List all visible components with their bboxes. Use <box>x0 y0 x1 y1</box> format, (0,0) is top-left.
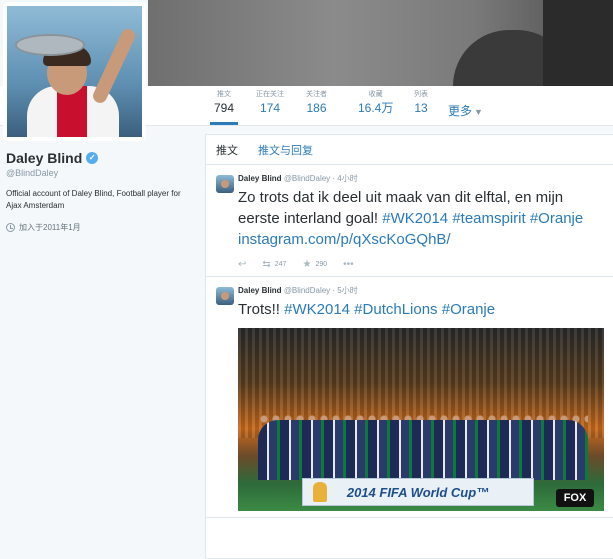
stat-value: 174 <box>259 101 281 115</box>
star-icon: ★ <box>302 258 312 270</box>
clock-icon <box>6 223 15 232</box>
tab-tweets[interactable]: 推文 <box>216 142 238 158</box>
stat-followers[interactable]: 关注者 186 <box>306 90 327 116</box>
tweet-item[interactable]: Daley Blind @BlindDaley · 5小时 Trots!! #W… <box>206 277 613 518</box>
tweet-author-name[interactable]: Daley Blind <box>238 286 282 295</box>
hashtag-link[interactable]: #teamspirit <box>452 210 525 227</box>
hashtag-link[interactable]: #Oranje <box>530 210 583 227</box>
profile-name[interactable]: Daley Blind <box>6 150 82 166</box>
tweet-text: Zo trots dat ik deel uit maak van dit el… <box>238 187 603 250</box>
stat-value: 794 <box>214 101 235 115</box>
tweet-text: Trots!! #WK2014 #DutchLions #Oranje <box>238 299 603 320</box>
stat-value: 13 <box>414 101 428 115</box>
tweet-item[interactable]: Daley Blind @BlindDaley · 4小时 Zo trots d… <box>206 165 613 277</box>
stat-following[interactable]: 正在关注 174 <box>256 90 284 116</box>
more-menu-button[interactable]: 更多 ▼ <box>448 102 483 119</box>
tweet-avatar[interactable] <box>216 175 234 193</box>
hashtag-link[interactable]: #DutchLions <box>354 301 437 318</box>
stat-favorites[interactable]: 收藏 16.4万 <box>358 90 393 116</box>
tweet-timestamp[interactable]: · 5小时 <box>332 286 357 295</box>
chevron-down-icon: ▼ <box>474 107 483 117</box>
profile-header-banner <box>148 0 613 86</box>
retweet-button[interactable]: ⇆ 247 <box>262 259 286 270</box>
profile-name-row: Daley Blind ✓ <box>6 150 196 166</box>
tweet-photo[interactable]: 2014 FIFA World Cup™ FOX <box>238 328 604 511</box>
stat-value: 16.4万 <box>358 101 394 115</box>
more-label: 更多 <box>448 104 473 118</box>
fox-logo: FOX <box>556 489 594 507</box>
tweet-author-handle[interactable]: @BlindDaley <box>284 174 330 183</box>
world-cup-banner: 2014 FIFA World Cup™ <box>302 478 534 506</box>
tweet-timestamp[interactable]: · 4小时 <box>332 174 357 183</box>
favorite-count: 290 <box>315 260 328 268</box>
tweet-header: Daley Blind @BlindDaley · 5小时 <box>238 285 603 297</box>
joined-date: 加入于2011年1月 <box>19 223 81 232</box>
ellipsis-icon: ••• <box>343 258 354 270</box>
verified-badge-icon: ✓ <box>86 152 99 164</box>
reply-button[interactable]: ↩ <box>238 259 246 270</box>
profile-handle[interactable]: @BlindDaley <box>6 168 196 178</box>
world-cup-banner-text: 2014 FIFA World Cup™ <box>346 484 490 500</box>
tweet-author-handle[interactable]: @BlindDaley <box>284 286 330 295</box>
hashtag-link[interactable]: #Oranje <box>442 301 495 318</box>
stat-label: 关注者 <box>306 91 327 98</box>
stat-value: 186 <box>306 101 327 115</box>
tweet-actions: ↩ ⇆ 247 ★ 290 ••• <box>238 258 603 270</box>
favorite-button[interactable]: ★ 290 <box>302 259 327 270</box>
stat-label: 列表 <box>414 91 428 98</box>
url-link[interactable]: instagram.com/p/qXscKoGQhB/ <box>238 231 451 248</box>
hashtag-link[interactable]: #WK2014 <box>382 210 448 227</box>
more-actions-button[interactable]: ••• <box>343 259 354 270</box>
tweet-avatar[interactable] <box>216 287 234 305</box>
reply-icon: ↩ <box>238 258 247 270</box>
retweet-count: 247 <box>274 260 287 268</box>
profile-card: Daley Blind ✓ @BlindDaley Official accou… <box>6 150 196 233</box>
tweet-header: Daley Blind @BlindDaley · 4小时 <box>238 173 603 185</box>
profile-bio: Official account of Daley Blind, Footbal… <box>6 189 181 210</box>
stat-label: 推文 <box>217 91 232 98</box>
avatar-shape <box>90 26 138 106</box>
retweet-icon: ⇆ <box>262 258 271 270</box>
hashtag-link[interactable]: #WK2014 <box>284 301 350 318</box>
timeline: 推文 推文与回复 Daley Blind @BlindDaley · 4小时 Z… <box>205 134 613 559</box>
avatar-shape <box>15 34 85 56</box>
stat-label: 正在关注 <box>256 91 284 98</box>
world-cup-logo-icon <box>313 482 327 502</box>
tweet-author-name[interactable]: Daley Blind <box>238 174 282 183</box>
tab-tweets-replies[interactable]: 推文与回复 <box>258 142 313 158</box>
photo-team <box>258 420 588 480</box>
banner-shape <box>543 0 613 86</box>
stat-lists[interactable]: 列表 13 <box>414 90 428 116</box>
timeline-tabs: 推文 推文与回复 <box>206 135 613 165</box>
stat-label: 收藏 <box>368 91 383 98</box>
stat-tweets[interactable]: 推文 794 <box>209 90 239 125</box>
profile-joined: 加入于2011年1月 <box>6 222 196 233</box>
tweet-body: Trots!! <box>238 301 280 318</box>
profile-avatar[interactable] <box>3 2 146 141</box>
